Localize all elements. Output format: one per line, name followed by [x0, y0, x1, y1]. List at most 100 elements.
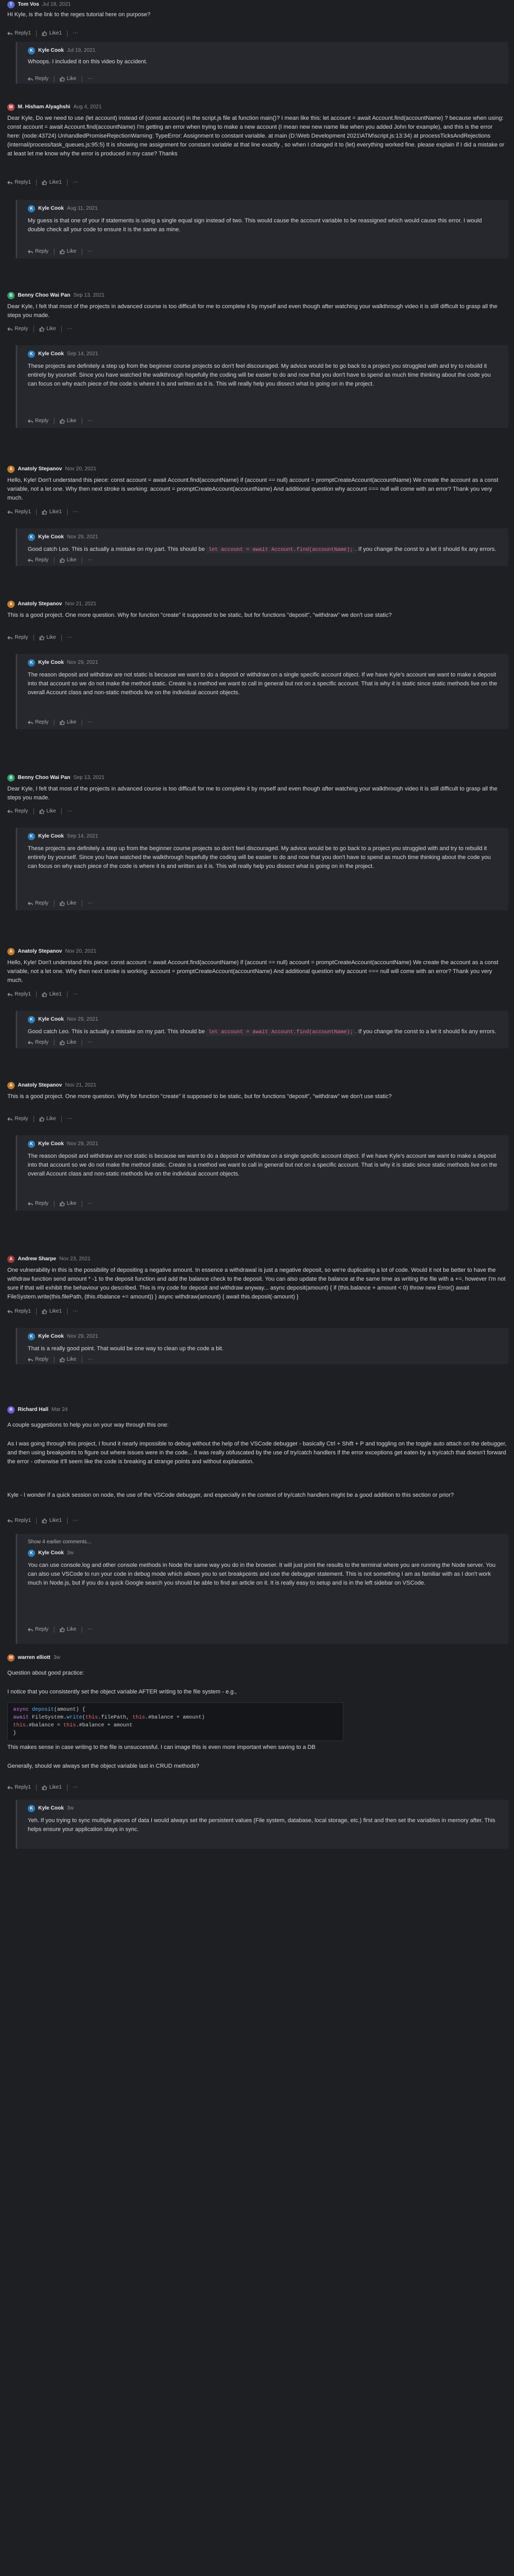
- reply-button[interactable]: Reply: [28, 1625, 49, 1634]
- author-name[interactable]: Tom Vos: [18, 1, 39, 9]
- reply-button[interactable]: Reply: [28, 899, 49, 908]
- like-button[interactable]: Like: [60, 75, 76, 83]
- reply-button[interactable]: Reply: [28, 1200, 49, 1208]
- more-options-button[interactable]: ⋯: [73, 1517, 78, 1525]
- avatar[interactable]: A: [7, 948, 15, 955]
- more-options-button[interactable]: ⋯: [87, 1625, 93, 1634]
- avatar[interactable]: K: [28, 534, 35, 541]
- like-button[interactable]: Like: [60, 556, 76, 564]
- avatar[interactable]: K: [28, 833, 35, 840]
- avatar[interactable]: K: [28, 1016, 35, 1023]
- like-button[interactable]: Like: [60, 1625, 76, 1634]
- avatar[interactable]: T: [7, 1, 15, 8]
- author-name[interactable]: Kyle Cook: [38, 350, 64, 358]
- more-options-button[interactable]: ⋯: [87, 1355, 93, 1364]
- reply-button[interactable]: Reply 1: [7, 1307, 31, 1316]
- avatar[interactable]: K: [28, 1333, 35, 1340]
- avatar[interactable]: K: [28, 205, 35, 212]
- more-options-button[interactable]: ⋯: [67, 634, 72, 642]
- author-name[interactable]: Kyle Cook: [38, 659, 64, 667]
- like-button[interactable]: Like: [39, 634, 56, 642]
- avatar[interactable]: B: [7, 292, 15, 299]
- like-button[interactable]: Like: [60, 1355, 76, 1364]
- author-name[interactable]: Kyle Cook: [38, 533, 64, 541]
- reply-button[interactable]: Reply: [28, 1038, 49, 1047]
- like-button[interactable]: Like: [39, 1115, 56, 1123]
- author-name[interactable]: Benny Choo Wai Pan: [18, 291, 70, 300]
- more-options-button[interactable]: ⋯: [87, 417, 93, 425]
- author-name[interactable]: Anatoly Stepanov: [18, 1081, 62, 1090]
- reply-button[interactable]: Reply: [28, 247, 49, 256]
- more-options-button[interactable]: ⋯: [87, 75, 93, 83]
- reply-button[interactable]: Reply: [7, 634, 28, 642]
- more-options-button[interactable]: ⋯: [73, 508, 78, 516]
- more-options-button[interactable]: ⋯: [73, 1783, 78, 1792]
- more-options-button[interactable]: ⋯: [87, 556, 93, 564]
- avatar[interactable]: K: [28, 351, 35, 358]
- author-name[interactable]: Kyle Cook: [38, 47, 64, 55]
- like-button[interactable]: Like: [60, 247, 76, 256]
- author-name[interactable]: Anatoly Stepanov: [18, 600, 62, 608]
- reply-button[interactable]: Reply 1: [7, 29, 31, 38]
- author-name[interactable]: M. Hisham Alyaghshi: [18, 103, 70, 111]
- avatar[interactable]: K: [28, 47, 35, 54]
- more-options-button[interactable]: ⋯: [87, 247, 93, 256]
- like-button[interactable]: Like 1: [42, 1517, 62, 1525]
- like-button[interactable]: Like 1: [42, 508, 62, 516]
- reply-button[interactable]: Reply: [7, 325, 28, 333]
- reply-button[interactable]: Reply: [28, 417, 49, 425]
- reply-button[interactable]: Reply 1: [7, 178, 31, 187]
- avatar[interactable]: R: [7, 1406, 15, 1414]
- show-earlier-comments-link[interactable]: Show 4 earlier comments...: [28, 1538, 91, 1546]
- author-name[interactable]: warren elliott: [18, 1654, 50, 1662]
- more-options-button[interactable]: ⋯: [87, 1200, 93, 1208]
- avatar[interactable]: K: [28, 659, 35, 666]
- author-name[interactable]: Kyle Cook: [38, 1804, 64, 1813]
- reply-button[interactable]: Reply: [7, 1115, 28, 1123]
- author-name[interactable]: Kyle Cook: [38, 832, 64, 841]
- like-button[interactable]: Like: [60, 899, 76, 908]
- reply-button[interactable]: Reply: [28, 718, 49, 727]
- avatar[interactable]: A: [7, 1256, 15, 1263]
- more-options-button[interactable]: ⋯: [67, 325, 72, 333]
- author-name[interactable]: Andrew Sharpe: [18, 1255, 56, 1263]
- author-name[interactable]: Anatoly Stepanov: [18, 465, 62, 473]
- author-name[interactable]: Kyle Cook: [38, 1332, 64, 1341]
- like-button[interactable]: Like: [39, 807, 56, 816]
- author-name[interactable]: Kyle Cook: [38, 205, 64, 213]
- avatar[interactable]: M: [7, 104, 15, 111]
- reply-button[interactable]: Reply 1: [7, 1783, 31, 1792]
- like-button[interactable]: Like: [60, 1038, 76, 1047]
- avatar[interactable]: W: [7, 1654, 15, 1662]
- reply-button[interactable]: Reply 1: [7, 1517, 31, 1525]
- like-button[interactable]: Like: [60, 718, 76, 727]
- reply-button[interactable]: Reply: [7, 807, 28, 816]
- reply-button[interactable]: Reply: [28, 1355, 49, 1364]
- author-name[interactable]: Kyle Cook: [38, 1015, 64, 1024]
- more-options-button[interactable]: ⋯: [73, 178, 78, 187]
- like-button[interactable]: Like: [60, 1200, 76, 1208]
- avatar[interactable]: A: [7, 601, 15, 608]
- avatar[interactable]: A: [7, 1082, 15, 1089]
- more-options-button[interactable]: ⋯: [73, 1307, 78, 1316]
- like-button[interactable]: Like 1: [42, 990, 62, 999]
- reply-button[interactable]: Reply 1: [7, 508, 31, 516]
- like-button[interactable]: Like: [60, 417, 76, 425]
- more-options-button[interactable]: ⋯: [67, 807, 72, 816]
- avatar[interactable]: K: [28, 1550, 35, 1557]
- author-name[interactable]: Richard Hall: [18, 1406, 48, 1414]
- avatar[interactable]: K: [28, 1140, 35, 1148]
- like-button[interactable]: Like 1: [42, 178, 62, 187]
- like-button[interactable]: Like 1: [42, 1783, 62, 1792]
- more-options-button[interactable]: ⋯: [87, 899, 93, 908]
- like-button[interactable]: Like 1: [42, 1307, 62, 1316]
- author-name[interactable]: Benny Choo Wai Pan: [18, 774, 70, 782]
- author-name[interactable]: Kyle Cook: [38, 1549, 64, 1557]
- reply-button[interactable]: Reply: [28, 556, 49, 564]
- more-options-button[interactable]: ⋯: [73, 29, 78, 38]
- more-options-button[interactable]: ⋯: [73, 990, 78, 999]
- more-options-button[interactable]: ⋯: [87, 1038, 93, 1047]
- avatar[interactable]: K: [28, 1805, 35, 1812]
- author-name[interactable]: Anatoly Stepanov: [18, 947, 62, 956]
- like-button[interactable]: Like: [39, 325, 56, 333]
